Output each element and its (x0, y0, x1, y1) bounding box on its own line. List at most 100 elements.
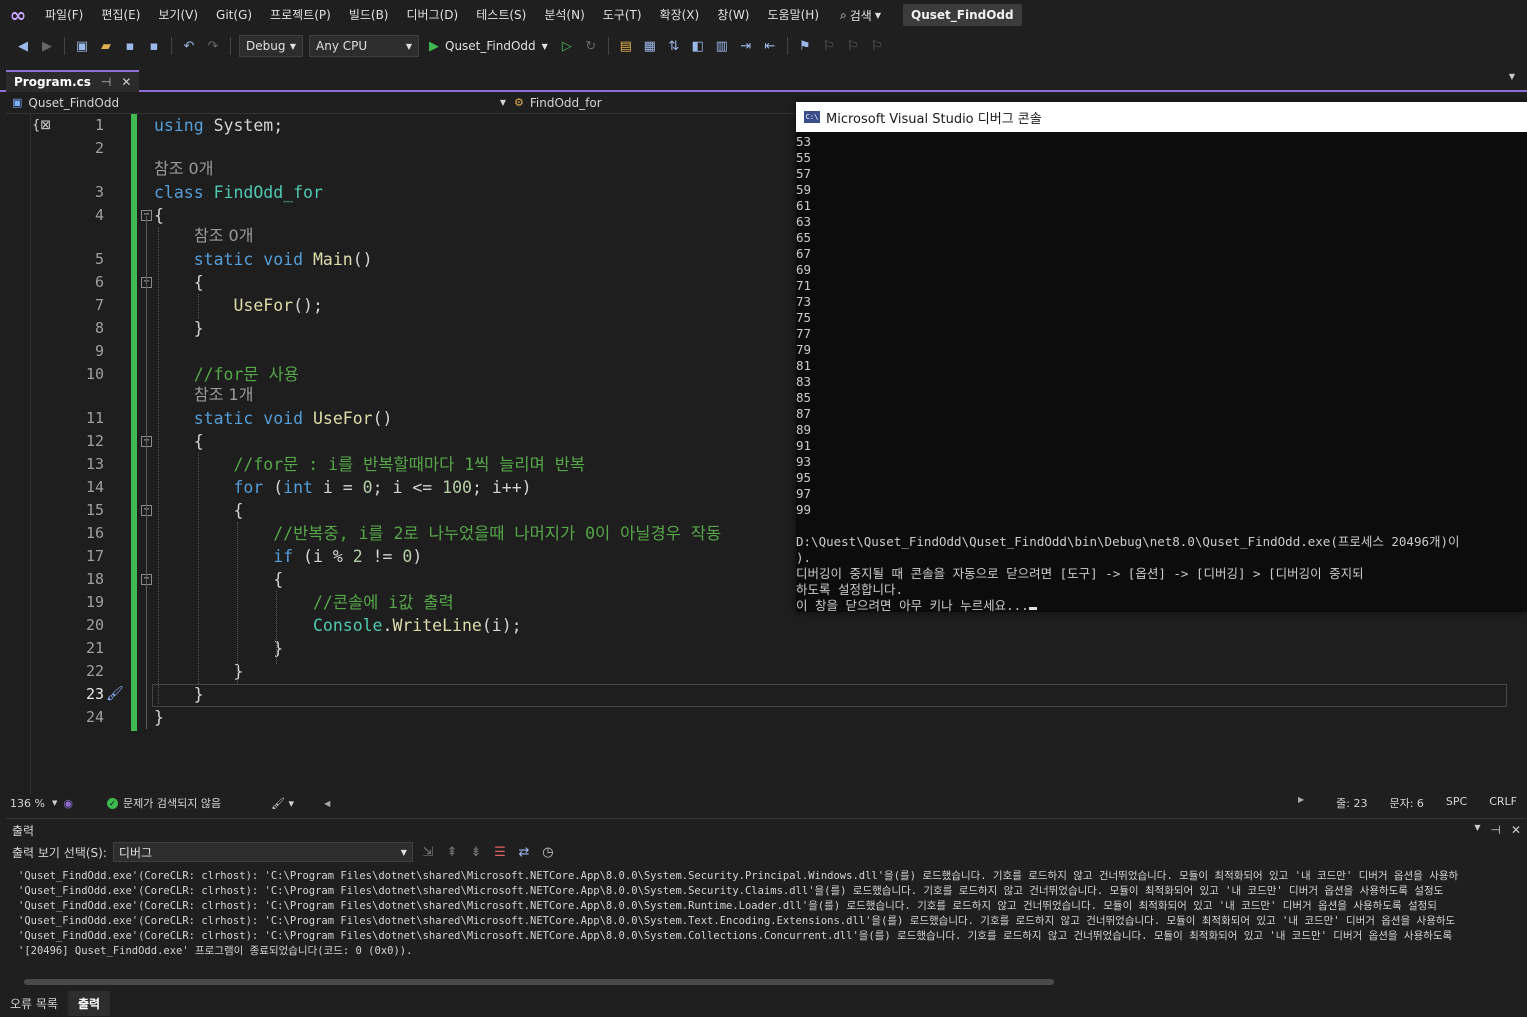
output-line: 'Quset_FindOdd.exe'(CoreCLR: clrhost): '… (18, 870, 1459, 882)
debug-console-window[interactable]: C:\ Microsoft Visual Studio 디버그 콘솔 53 55 5… (796, 102, 1527, 612)
configuration-dropdown[interactable]: Debug ▼ (239, 35, 303, 57)
start-debugging-button[interactable]: ▶ Quset_FindOdd ▼ (425, 39, 552, 54)
tab-program-cs[interactable]: Program.cs ⊣ ✕ (6, 70, 140, 92)
tab-overflow-icon[interactable]: ▼ (1509, 72, 1515, 81)
clear-all-icon[interactable]: ☰ (491, 843, 509, 861)
save-icon[interactable]: ▪ (121, 37, 139, 55)
output-line: 'Quset_FindOdd.exe'(CoreCLR: clrhost): '… (18, 930, 1453, 942)
codelens-references[interactable]: 참조 0개 (154, 158, 213, 180)
class-name: FindOdd_for (529, 95, 602, 110)
pin-icon[interactable]: ⊣ (101, 75, 111, 89)
play-icon: ▶ (429, 38, 439, 54)
pin-icon[interactable]: ⊣ (1490, 823, 1500, 837)
menu-item[interactable]: 도움말(H) (759, 0, 829, 30)
code-text: { (154, 432, 204, 451)
layout-icon[interactable]: ▦ (641, 37, 659, 55)
prev-message-icon[interactable]: ⇞ (443, 843, 461, 861)
line-number[interactable]: 줄: 23 (1336, 795, 1367, 811)
save-all-icon[interactable]: ▪ (145, 37, 163, 55)
navigate-forward-icon[interactable]: ▶ (38, 37, 56, 55)
menu-item[interactable]: Git(G) (207, 0, 261, 30)
timestamp-icon[interactable]: ◷ (539, 843, 557, 861)
code-line[interactable]: 24} (6, 706, 1521, 729)
line-number: 10 (85, 365, 104, 383)
menu-item[interactable]: 테스트(S) (467, 0, 535, 30)
visual-studio-logo-icon[interactable]: ∞ (0, 0, 36, 30)
line-ending-mode[interactable]: CRLF (1489, 795, 1517, 811)
clear-bookmarks-icon[interactable]: ⚐ (868, 37, 886, 55)
open-file-icon[interactable]: ▰ (97, 37, 115, 55)
output-line: '[20496] Quset_FindOdd.exe' 프로그램이 종료되었습니… (18, 945, 413, 957)
close-icon[interactable]: ✕ (1511, 823, 1521, 837)
editor-status-strip: 136 % ▼ ◉ ✓ 문제가 검색되지 않음 🖌 ▾ ◀ ▶ 줄: 23 문자… (6, 794, 1521, 812)
solution-explorer-icon[interactable]: ▤ (617, 37, 635, 55)
search-button[interactable]: ⌕ 검색 ▼ (828, 7, 893, 24)
menu-item[interactable]: 디버그(D) (398, 0, 468, 30)
chevron-down-icon[interactable]: ▼ (1474, 823, 1480, 837)
navigate-back-icon[interactable]: ◀ (14, 37, 32, 55)
class-dropdown[interactable]: ⚙ FindOdd_for (506, 96, 602, 110)
whitespace-mode[interactable]: SPC (1446, 795, 1467, 811)
new-project-icon[interactable]: ▣ (73, 37, 91, 55)
chevron-down-icon: ▼ (874, 10, 881, 20)
solution-name-badge[interactable]: Quset_FindOdd (903, 4, 1022, 26)
indent-icon[interactable]: ⇥ (737, 37, 755, 55)
menu-item[interactable]: 프로젝트(P) (261, 0, 340, 30)
indent-guide (237, 522, 238, 684)
output-text[interactable]: 'Quset_FindOdd.exe'(CoreCLR: clrhost): '… (6, 863, 1506, 963)
console-line: 73 (796, 294, 812, 309)
undo-icon[interactable]: ↶ (180, 37, 198, 55)
close-icon[interactable]: ✕ (121, 75, 131, 89)
start-without-debugging-icon[interactable]: ▷ (558, 37, 576, 55)
next-bookmark-icon[interactable]: ⚐ (844, 37, 862, 55)
platform-dropdown[interactable]: Any CPU ▼ (309, 35, 419, 57)
chevron-down-icon: ▼ (499, 98, 506, 107)
breakpoint-icon[interactable]: ◧ (689, 37, 707, 55)
code-text: static void Main() (193, 250, 373, 269)
menu-item[interactable]: 편집(E) (92, 0, 149, 30)
menu-item[interactable]: 확장(X) (651, 0, 709, 30)
indent-guide (198, 453, 199, 684)
menu-item[interactable]: 빌드(B) (340, 0, 398, 30)
char-number[interactable]: 문자: 6 (1389, 795, 1423, 811)
bookmark-icon[interactable]: ⚑ (796, 37, 814, 55)
menu-item[interactable]: 보기(V) (149, 0, 207, 30)
console-title-bar[interactable]: C:\ Microsoft Visual Studio 디버그 콘솔 (796, 102, 1527, 132)
fold-connector (146, 283, 147, 339)
code-text: UseFor(); (233, 296, 323, 315)
menu-item[interactable]: 창(W) (708, 0, 758, 30)
hot-reload-icon[interactable]: ↻ (582, 37, 600, 55)
output-toolbar: 출력 보기 선택(S): 디버그 ▼ ⇲ ⇞ ⇟ ☰ ⇄ ◷ (6, 841, 1527, 863)
menu-item[interactable]: 파일(F) (36, 0, 92, 30)
code-line[interactable]: 21 } (6, 637, 1521, 660)
tab-output[interactable]: 출력 (67, 991, 111, 1016)
horizontal-scrollbar[interactable] (24, 979, 1054, 985)
project-name: Quset_FindOdd (28, 95, 120, 110)
codelens-references[interactable]: 참조 0개 (194, 225, 253, 247)
codelens-references[interactable]: 참조 1개 (194, 384, 253, 406)
scroll-left-icon[interactable]: ◀ (324, 799, 330, 808)
project-dropdown[interactable]: ▣ Quset_FindOdd ▼ (6, 96, 506, 110)
menu-item[interactable]: 도구(T) (594, 0, 651, 30)
redo-icon[interactable]: ↷ (204, 37, 222, 55)
debug-step-icon[interactable]: ⇅ (665, 37, 683, 55)
copilot-icon[interactable]: ◉ (63, 797, 73, 810)
code-text: using System; (154, 116, 284, 135)
console-app-icon: C:\ (804, 111, 820, 123)
comment-icon[interactable]: ▥ (713, 37, 731, 55)
find-message-icon[interactable]: ⇲ (419, 843, 437, 861)
code-line[interactable]: 20 Console.WriteLine(i); (6, 614, 1521, 637)
code-cleanup-icon[interactable]: 🖌 ▾ (271, 797, 294, 810)
menu-item[interactable]: 분석(N) (535, 0, 593, 30)
scroll-right-icon[interactable]: ▶ (1298, 795, 1304, 811)
outdent-icon[interactable]: ⇤ (761, 37, 779, 55)
code-line[interactable]: 23 } (6, 683, 1521, 706)
issues-indicator[interactable]: ✓ 문제가 검색되지 않음 (107, 795, 221, 811)
next-message-icon[interactable]: ⇟ (467, 843, 485, 861)
output-source-dropdown[interactable]: 디버그 ▼ (112, 842, 413, 862)
tab-error-list[interactable]: 오류 목록 (0, 991, 68, 1016)
run-target-label: Quset_FindOdd (445, 39, 536, 53)
word-wrap-icon[interactable]: ⇄ (515, 843, 533, 861)
prev-bookmark-icon[interactable]: ⚐ (820, 37, 838, 55)
code-line[interactable]: 22 } (6, 660, 1521, 683)
